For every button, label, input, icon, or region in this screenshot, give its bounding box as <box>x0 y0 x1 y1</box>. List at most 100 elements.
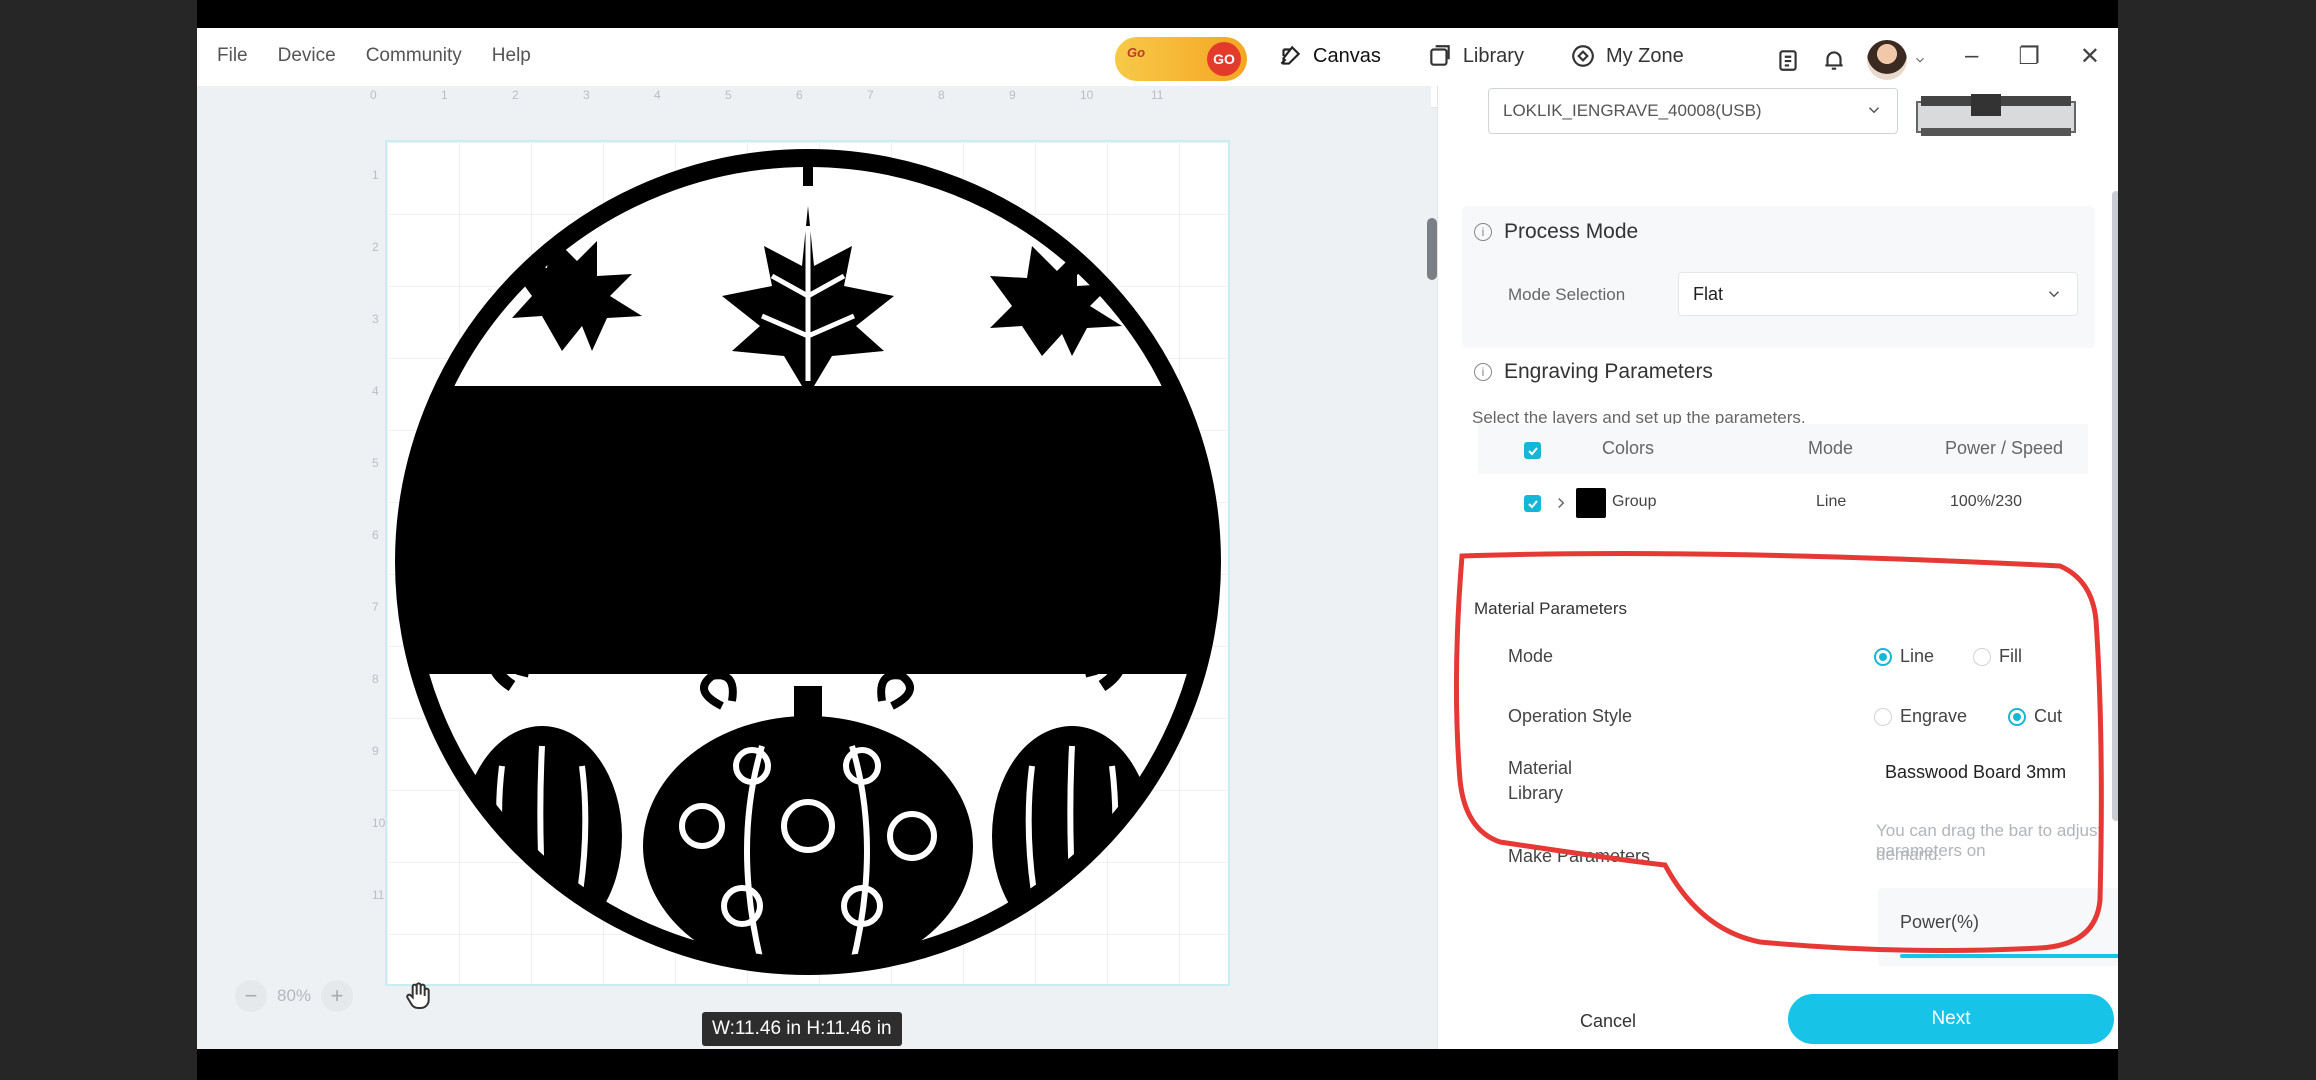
info-icon: i <box>1474 223 1492 241</box>
device-name: LOKLIK_IENGRAVE_40008(USB) <box>1503 101 1762 120</box>
material-library-value: Basswood Board 3mm <box>1885 761 2067 782</box>
ruler-left-tick: 7 <box>372 600 379 614</box>
chevron-down-icon <box>2048 291 2060 298</box>
tab-myzone-label: My Zone <box>1605 44 1684 67</box>
design-artwork[interactable] <box>392 146 1224 978</box>
promo-text: Go <box>1127 45 1146 60</box>
device-select[interactable]: LOKLIK_IENGRAVE_40008(USB) <box>1488 88 1898 134</box>
next-button[interactable]: Next <box>1788 994 2114 1044</box>
clipboard-icon[interactable] <box>1775 47 1801 73</box>
info-icon: i <box>1474 363 1492 381</box>
settings-panel: LOKLIK_IENGRAVE_40008(USB) i Process Mod… <box>1437 86 2118 1049</box>
selection-dimensions: W:11.46 in H:11.46 in <box>702 1012 902 1046</box>
ruler-left-tick: 9 <box>372 744 379 758</box>
chevron-right-icon[interactable] <box>1552 494 1570 512</box>
ruler-top-tick: 4 <box>654 88 661 102</box>
chevron-down-icon[interactable] <box>1913 53 1927 67</box>
menu-help[interactable]: Help <box>492 45 531 67</box>
menu-bar: File Device Community Help <box>217 28 531 84</box>
ruler-top-tick: 1 <box>441 88 448 102</box>
tab-canvas[interactable]: Canvas <box>1277 43 1381 69</box>
process-mode-title: i Process Mode <box>1474 220 1638 244</box>
chevron-down-icon <box>1868 107 1880 114</box>
zoom-out-button[interactable]: − <box>235 980 267 1012</box>
laser-engraver-image <box>1916 94 2076 136</box>
op-engrave-radio[interactable] <box>1874 708 1892 726</box>
right-letterbox <box>2118 0 2316 1080</box>
select-all-checkbox[interactable] <box>1524 442 1541 459</box>
canvas-scrollbar[interactable] <box>1427 218 1437 280</box>
ruler-left-tick: 8 <box>372 672 379 686</box>
avatar[interactable] <box>1867 40 1907 80</box>
process-mode-section: i Process Mode Mode Selection Flat <box>1462 206 2095 348</box>
promo-banner[interactable]: Go GO <box>1115 37 1247 81</box>
library-icon <box>1430 45 1450 66</box>
mode-fill-radio[interactable] <box>1973 648 1991 666</box>
ruler-left-tick: 11 <box>372 888 385 902</box>
zoom-in-button[interactable]: + <box>321 980 354 1012</box>
col-colors: Colors <box>1602 438 1655 458</box>
ruler-top-tick: 7 <box>867 88 874 102</box>
promo-go-badge: GO <box>1207 42 1241 76</box>
canvas-icon <box>1280 45 1301 65</box>
ruler-top-tick: 10 <box>1080 88 1094 102</box>
myzone-icon <box>1572 45 1594 67</box>
mode-line-radio[interactable] <box>1874 648 1892 666</box>
material-library-select[interactable]: Basswood Board 3mm <box>1870 750 2118 794</box>
material-parameters-title: Material Parameters <box>1474 599 1628 618</box>
menu-file[interactable]: File <box>217 45 248 67</box>
ruler-top-tick: 5 <box>725 88 732 102</box>
row-checkbox[interactable] <box>1524 495 1541 512</box>
engraving-parameters-label: Engraving Parameters <box>1504 360 1713 383</box>
mode-selection-label: Mode Selection <box>1508 285 1626 304</box>
op-cut-radio[interactable] <box>2008 708 2026 726</box>
ruler-top-tick: 6 <box>796 88 803 102</box>
op-cut-label[interactable]: Cut <box>2034 706 2062 727</box>
minimize-button[interactable]: – <box>1965 42 1978 70</box>
operation-style-label: Operation Style <box>1508 706 1633 726</box>
ruler-left-tick: 2 <box>372 240 379 254</box>
table-row[interactable]: Group Line 100%/230 <box>1478 478 2088 528</box>
panel-scrollbar[interactable] <box>2112 191 2118 821</box>
mode-selection-value: Flat <box>1693 283 1724 304</box>
ruler-top-tick: 8 <box>938 88 945 102</box>
hand-icon[interactable] <box>402 980 434 1012</box>
col-power-speed: Power / Speed <box>1945 438 2064 458</box>
material-library-label-line2: Library <box>1508 783 1564 803</box>
ruler-top-tick: 3 <box>583 88 590 102</box>
material-library-label-line1: Material <box>1508 758 1573 778</box>
col-mode: Mode <box>1808 438 1854 458</box>
left-letterbox <box>0 0 197 1080</box>
zoom-level: 80% <box>277 986 312 1005</box>
toolbar-icons <box>1775 40 1927 80</box>
layers-table-header: Colors Mode Power / Speed <box>1478 424 2088 474</box>
restore-button[interactable]: ❐ <box>2018 42 2040 71</box>
material-mode-label: Mode <box>1508 646 1554 666</box>
tab-myzone[interactable]: My Zone <box>1570 43 1684 69</box>
ruler-left-tick: 1 <box>372 168 379 182</box>
power-slider-track[interactable] <box>1900 954 2118 958</box>
op-engrave-label[interactable]: Engrave <box>1900 706 1967 727</box>
tab-library-label: Library <box>1462 44 1524 67</box>
menu-community[interactable]: Community <box>366 45 462 67</box>
mode-line-label[interactable]: Line <box>1900 646 1934 667</box>
tab-canvas-label: Canvas <box>1313 44 1381 67</box>
ruler-left-tick: 10 <box>372 816 386 830</box>
mode-selection-select[interactable]: Flat <box>1678 272 2078 316</box>
ruler-top: 0 1 2 3 4 5 6 7 8 9 10 11 <box>370 84 1190 108</box>
bell-icon[interactable] <box>1821 47 1847 73</box>
menu-device[interactable]: Device <box>278 45 336 67</box>
layer-power-speed: 100%/230 <box>1950 493 2023 510</box>
mode-fill-label[interactable]: Fill <box>1999 646 2022 667</box>
ruler-left-tick: 6 <box>372 528 379 542</box>
ruler-left-tick: 4 <box>372 384 379 398</box>
tab-library[interactable]: Library <box>1427 43 1524 69</box>
layer-name: Group <box>1612 493 1657 510</box>
zoom-control: − 80% + <box>235 980 354 1012</box>
nav-tabs: Canvas Library My Zone <box>1277 28 1684 84</box>
cancel-button[interactable]: Cancel <box>1548 999 1668 1043</box>
close-button[interactable]: ✕ <box>2080 42 2100 71</box>
layer-color-swatch[interactable] <box>1576 488 1606 518</box>
app-window: File Device Community Help Go GO Canvas … <box>197 28 2118 1049</box>
ruler-left-tick: 5 <box>372 456 379 470</box>
